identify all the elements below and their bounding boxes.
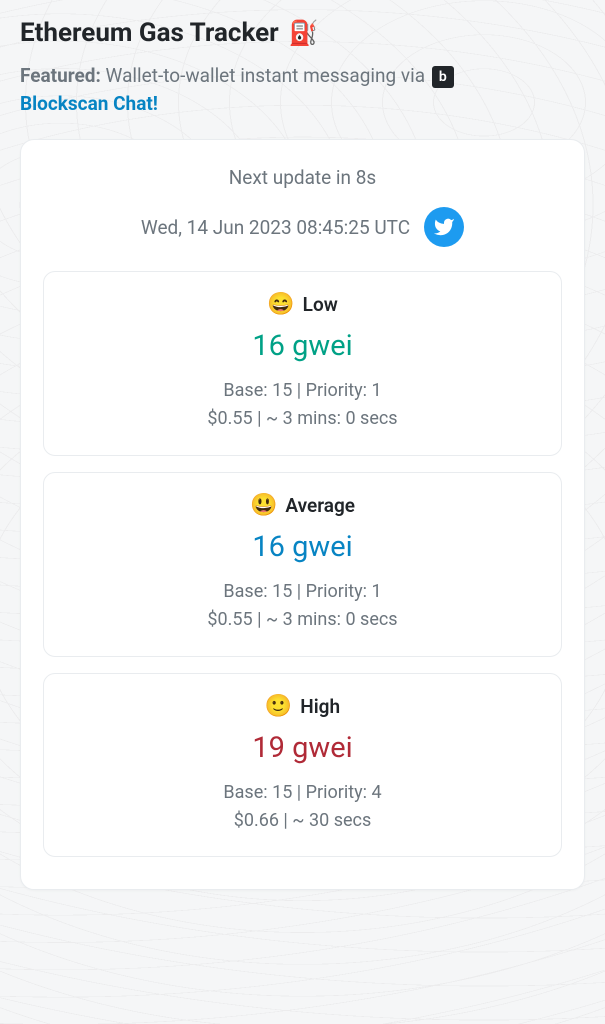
- featured-text: Wallet-to-wallet instant messaging via: [106, 64, 426, 87]
- timestamp-row: Wed, 14 Jun 2023 08:45:25 UTC: [43, 207, 562, 247]
- timestamp-text: Wed, 14 Jun 2023 08:45:25 UTC: [141, 216, 410, 239]
- gas-tracker-card: Next update in 8s Wed, 14 Jun 2023 08:45…: [20, 139, 585, 890]
- gas-low-base-priority: Base: 15 | Priority: 1: [60, 377, 545, 405]
- page-title-row: Ethereum Gas Tracker ⛽: [20, 18, 585, 48]
- emoji-slight-smile-icon: 🙂: [265, 694, 292, 719]
- gas-high-cost-time: $0.66 | ~ 30 secs: [60, 807, 545, 835]
- gas-low-value: 16 gwei: [60, 329, 545, 363]
- gas-average-label: Average: [285, 494, 355, 517]
- featured-banner: Featured: Wallet-to-wallet instant messa…: [20, 62, 585, 117]
- gas-high-header: 🙂 High: [60, 694, 545, 719]
- gas-high-label: High: [300, 695, 340, 718]
- gas-average-value: 16 gwei: [60, 530, 545, 564]
- gas-low-cost-time: $0.55 | ~ 3 mins: 0 secs: [60, 405, 545, 433]
- featured-label: Featured:: [20, 64, 101, 87]
- gas-box-high[interactable]: 🙂 High 19 gwei Base: 15 | Priority: 4 $0…: [43, 673, 562, 858]
- gas-average-cost-time: $0.55 | ~ 3 mins: 0 secs: [60, 606, 545, 634]
- gas-box-average[interactable]: 😃 Average 16 gwei Base: 15 | Priority: 1…: [43, 472, 562, 657]
- gas-average-base-priority: Base: 15 | Priority: 1: [60, 578, 545, 606]
- blockscan-chat-link[interactable]: Blockscan Chat!: [20, 92, 158, 115]
- gas-low-label: Low: [303, 293, 338, 316]
- next-update-text: Next update in 8s: [43, 166, 562, 189]
- gas-average-header: 😃 Average: [60, 493, 545, 518]
- gas-box-low[interactable]: 😄 Low 16 gwei Base: 15 | Priority: 1 $0.…: [43, 271, 562, 456]
- emoji-grin-icon: 😄: [267, 292, 294, 317]
- gas-low-header: 😄 Low: [60, 292, 545, 317]
- gas-high-base-priority: Base: 15 | Priority: 4: [60, 779, 545, 807]
- twitter-icon: [433, 216, 455, 238]
- gas-low-details: Base: 15 | Priority: 1 $0.55 | ~ 3 mins:…: [60, 377, 545, 433]
- twitter-share-button[interactable]: [424, 207, 464, 247]
- blockscan-badge-icon: b: [432, 66, 454, 88]
- page-title: Ethereum Gas Tracker: [20, 18, 279, 48]
- gas-average-details: Base: 15 | Priority: 1 $0.55 | ~ 3 mins:…: [60, 578, 545, 634]
- gas-high-value: 19 gwei: [60, 731, 545, 765]
- emoji-smile-icon: 😃: [250, 493, 277, 518]
- gas-high-details: Base: 15 | Priority: 4 $0.66 | ~ 30 secs: [60, 779, 545, 835]
- gas-pump-icon: ⛽: [289, 19, 319, 47]
